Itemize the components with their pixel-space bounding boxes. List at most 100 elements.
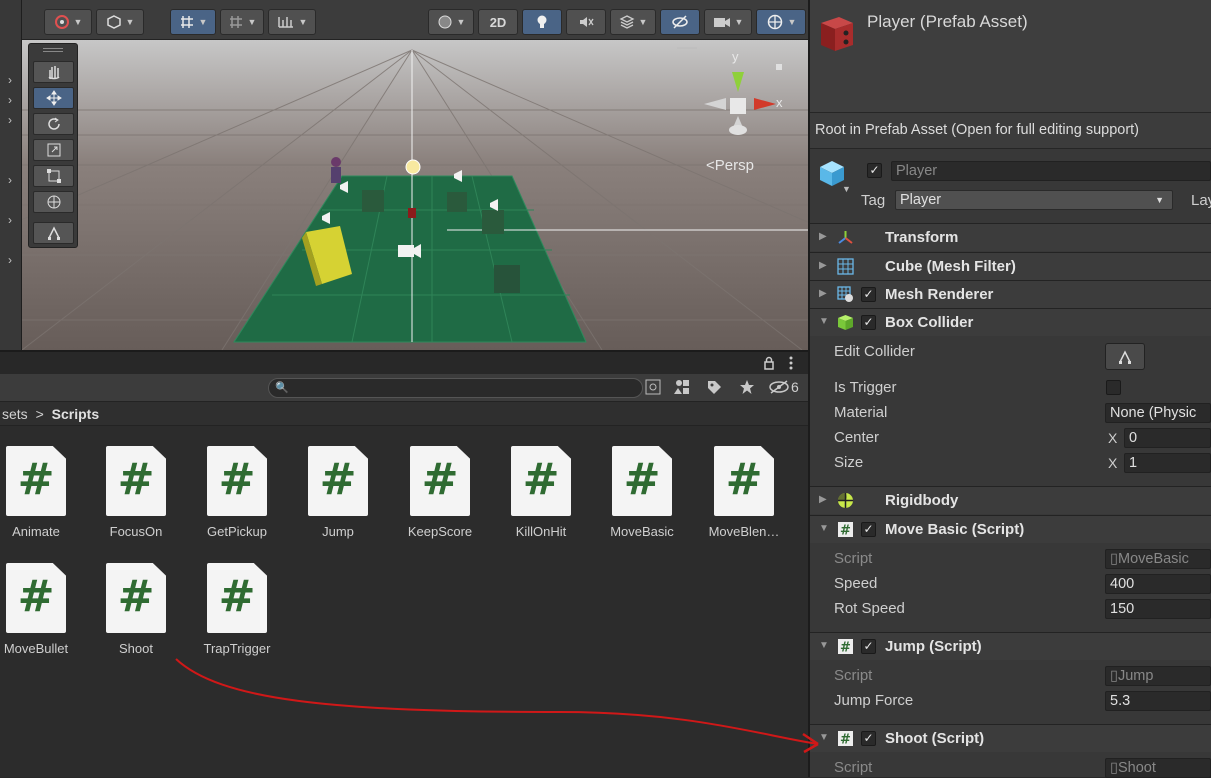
lock-icon[interactable] xyxy=(762,356,776,370)
expand-arrow-icon[interactable]: › xyxy=(8,113,12,127)
component-move-basic[interactable]: ▼ # ✓ Move Basic (Script) xyxy=(810,515,1211,543)
label-tag-icon[interactable] xyxy=(706,379,722,395)
gizmos-dropdown[interactable]: ▼ xyxy=(756,9,806,35)
component-mesh-filter[interactable]: ▶ Cube (Mesh Filter) xyxy=(810,252,1211,280)
kebab-menu-icon[interactable] xyxy=(786,356,796,370)
jump-force-field[interactable]: 5.3 xyxy=(1105,691,1211,711)
expand-arrow-icon[interactable]: ▶ xyxy=(819,288,827,299)
script-value: MoveBasic xyxy=(1117,551,1189,567)
favorite-star-icon[interactable] xyxy=(739,379,755,395)
script-asset[interactable]: # TrapTrigger xyxy=(187,563,287,656)
draw-mode-dropdown[interactable]: ▼ xyxy=(428,9,474,35)
speed-field[interactable]: 400 xyxy=(1105,574,1211,594)
collapse-arrow-icon[interactable]: ▼ xyxy=(819,316,829,327)
tag-dropdown[interactable]: Player ▼ xyxy=(895,190,1173,210)
center-label: Center xyxy=(834,429,880,446)
rect-tool[interactable] xyxy=(33,165,74,187)
script-reference-field[interactable]: ▯Shoot xyxy=(1105,758,1211,778)
grid-snap-toggle[interactable]: ▼ xyxy=(170,9,216,35)
script-icon: # xyxy=(838,522,853,538)
breadcrumb-parent[interactable]: sets xyxy=(2,406,28,422)
script-asset[interactable]: # MoveBullet xyxy=(0,563,86,656)
script-asset[interactable]: # Animate xyxy=(0,446,86,539)
collapse-arrow-icon[interactable]: ▼ xyxy=(819,732,829,743)
expand-arrow-icon[interactable]: › xyxy=(8,73,12,87)
component-enabled-checkbox[interactable]: ✓ xyxy=(861,315,876,330)
expand-arrow-icon[interactable]: › xyxy=(8,173,12,187)
ruler-snap-toggle[interactable]: ▼ xyxy=(268,9,316,35)
component-jump[interactable]: ▼ # ✓ Jump (Script) xyxy=(810,632,1211,660)
project-search-input[interactable]: 🔍 xyxy=(268,378,643,398)
script-asset[interactable]: # GetPickup xyxy=(187,446,287,539)
effects-dropdown[interactable]: ▼ xyxy=(610,9,656,35)
move-tool[interactable] xyxy=(33,87,74,109)
component-mesh-renderer[interactable]: ▶ ✓ Mesh Renderer xyxy=(810,280,1211,308)
component-box-collider[interactable]: ▼ ✓ Box Collider xyxy=(810,308,1211,336)
script-asset[interactable]: # KeepScore xyxy=(390,446,490,539)
expand-arrow-icon[interactable]: ▶ xyxy=(819,231,827,242)
asset-name: Shoot xyxy=(119,641,153,656)
hidden-package-count: 6 xyxy=(791,379,799,395)
global-local-dropdown[interactable]: ▼ xyxy=(96,9,144,35)
projection-label[interactable]: <Persp xyxy=(706,157,754,174)
active-checkbox[interactable]: ✓ xyxy=(867,163,882,178)
expand-arrow-icon[interactable]: › xyxy=(8,213,12,227)
expand-arrow-icon[interactable]: › xyxy=(8,93,12,107)
transform-axes-icon xyxy=(838,231,853,244)
camera-settings-dropdown[interactable]: ▼ xyxy=(704,9,752,35)
component-rigidbody[interactable]: ▶ Rigidbody xyxy=(810,486,1211,514)
expand-arrow-icon[interactable]: ▶ xyxy=(819,260,827,271)
scene-view[interactable]: y x xyxy=(22,40,808,350)
script-reference-field[interactable]: ▯MoveBasic xyxy=(1105,549,1211,569)
expand-arrow-icon[interactable]: › xyxy=(8,253,12,267)
increment-snap-toggle[interactable]: ▼ xyxy=(220,9,264,35)
hidden-packages-icon[interactable] xyxy=(768,380,790,394)
lighting-toggle[interactable] xyxy=(522,9,562,35)
script-asset[interactable]: # KillOnHit xyxy=(491,446,591,539)
center-x-field[interactable]: 0 xyxy=(1124,428,1211,448)
object-name-field[interactable]: Player xyxy=(891,161,1211,181)
rotate-tool[interactable] xyxy=(33,113,74,135)
filter-by-type-icon[interactable] xyxy=(674,379,690,395)
script-value: Shoot xyxy=(1117,760,1156,776)
2d-toggle[interactable]: 2D xyxy=(478,9,518,35)
collapse-arrow-icon[interactable]: ▼ xyxy=(819,523,829,534)
edit-collider-button[interactable] xyxy=(1105,343,1145,370)
component-enabled-checkbox[interactable]: ✓ xyxy=(861,731,876,746)
drag-handle[interactable] xyxy=(43,48,63,52)
script-asset[interactable]: # MoveBlen… xyxy=(694,446,794,539)
script-reference-field[interactable]: ▯Jump xyxy=(1105,666,1211,686)
is-trigger-checkbox[interactable] xyxy=(1106,380,1121,395)
collapse-arrow-icon[interactable]: ▼ xyxy=(819,640,829,651)
component-enabled-checkbox[interactable]: ✓ xyxy=(861,522,876,537)
search-scope-icon[interactable] xyxy=(645,379,661,395)
breadcrumb-current[interactable]: Scripts xyxy=(52,406,99,422)
csharp-script-icon: # xyxy=(511,446,571,516)
component-enabled-checkbox[interactable]: ✓ xyxy=(861,287,876,302)
asset-name: Animate xyxy=(12,524,60,539)
gizmo-globe-icon xyxy=(767,14,782,30)
audio-toggle[interactable] xyxy=(566,9,606,35)
transform-tool[interactable] xyxy=(33,191,74,213)
script-asset[interactable]: # MoveBasic xyxy=(592,446,692,539)
material-field[interactable]: None (Physic xyxy=(1105,403,1211,423)
scene-visibility-toggle[interactable] xyxy=(660,9,700,35)
prefab-root-notice[interactable]: Root in Prefab Asset (Open for full edit… xyxy=(810,113,1211,149)
component-transform[interactable]: ▶ Transform xyxy=(810,223,1211,251)
component-enabled-checkbox[interactable]: ✓ xyxy=(861,639,876,654)
tool-handle-dropdown[interactable]: ▼ xyxy=(44,9,92,35)
breadcrumb: sets > Scripts xyxy=(0,402,808,426)
ruler-icon xyxy=(277,17,293,28)
hand-tool[interactable] xyxy=(33,61,74,83)
custom-tool[interactable] xyxy=(33,222,74,244)
script-asset[interactable]: # Jump xyxy=(288,446,388,539)
script-asset[interactable]: # Shoot xyxy=(86,563,186,656)
scale-tool[interactable] xyxy=(33,139,74,161)
size-x-field[interactable]: 1 xyxy=(1124,453,1211,473)
rot-speed-field[interactable]: 150 xyxy=(1105,599,1211,619)
expand-arrow-icon[interactable]: ▶ xyxy=(819,494,827,505)
script-asset[interactable]: # FocusOn xyxy=(86,446,186,539)
component-shoot[interactable]: ▼ # ✓ Shoot (Script) xyxy=(810,724,1211,752)
icon-dropdown-icon[interactable]: ▼ xyxy=(842,184,851,194)
mute-speaker-icon xyxy=(580,17,594,27)
